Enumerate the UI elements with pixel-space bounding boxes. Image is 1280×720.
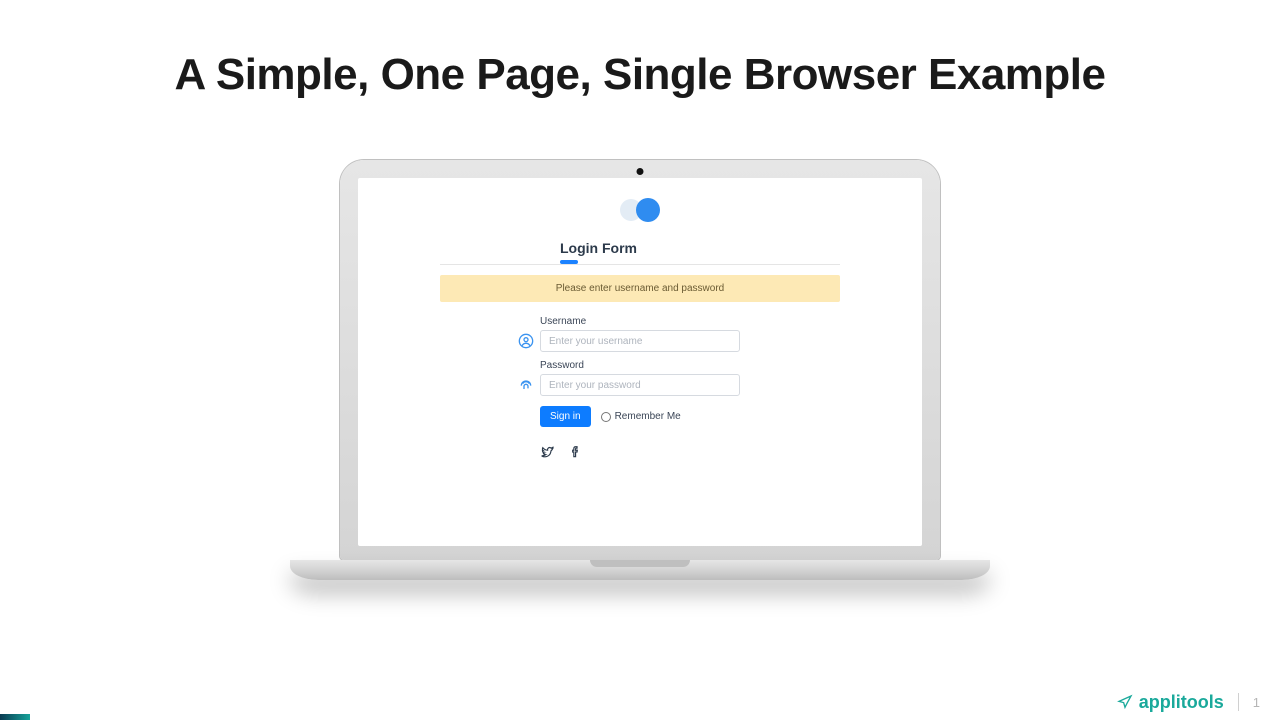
app-logo (620, 198, 660, 222)
alert-banner: Please enter username and password (440, 275, 840, 302)
username-input[interactable] (540, 330, 740, 352)
user-circle-icon (518, 333, 534, 349)
laptop-mockup: Login Form Please enter username and pas… (290, 160, 990, 580)
brand-name: applitools (1139, 692, 1224, 713)
social-row (540, 445, 740, 459)
form-title: Login Form (440, 240, 720, 256)
signin-button[interactable]: Sign in (540, 406, 591, 427)
brand-logo-icon (1117, 694, 1133, 710)
slide: A Simple, One Page, Single Browser Examp… (0, 0, 1280, 720)
action-row: Sign in Remember Me (540, 406, 740, 427)
password-label: Password (540, 360, 740, 371)
laptop-base (290, 560, 990, 580)
slide-title: A Simple, One Page, Single Browser Examp… (0, 50, 1280, 100)
facebook-icon[interactable] (568, 445, 582, 459)
password-input[interactable] (540, 374, 740, 396)
username-label: Username (540, 316, 740, 327)
username-field-block: Username (540, 316, 740, 352)
remember-me[interactable]: Remember Me (601, 411, 681, 422)
remember-me-label: Remember Me (615, 411, 681, 422)
logo-icon (620, 198, 660, 222)
footer-divider (1238, 693, 1239, 711)
slide-number: 1 (1253, 695, 1260, 710)
laptop-screen-frame: Login Form Please enter username and pas… (340, 160, 940, 560)
bottom-accent-bar (0, 714, 30, 720)
twitter-icon[interactable] (540, 445, 554, 459)
form-title-underline (560, 260, 578, 264)
login-form: Login Form Please enter username and pas… (440, 240, 840, 459)
brand: applitools (1117, 692, 1224, 713)
password-field-block: Password (540, 360, 740, 396)
laptop-notch (590, 560, 690, 567)
fingerprint-icon (518, 377, 534, 393)
camera-dot-icon (637, 168, 644, 175)
slide-footer: applitools 1 (0, 688, 1280, 716)
remember-me-radio[interactable] (601, 412, 611, 422)
form-header: Login Form (440, 240, 840, 265)
app-screen: Login Form Please enter username and pas… (358, 178, 922, 546)
